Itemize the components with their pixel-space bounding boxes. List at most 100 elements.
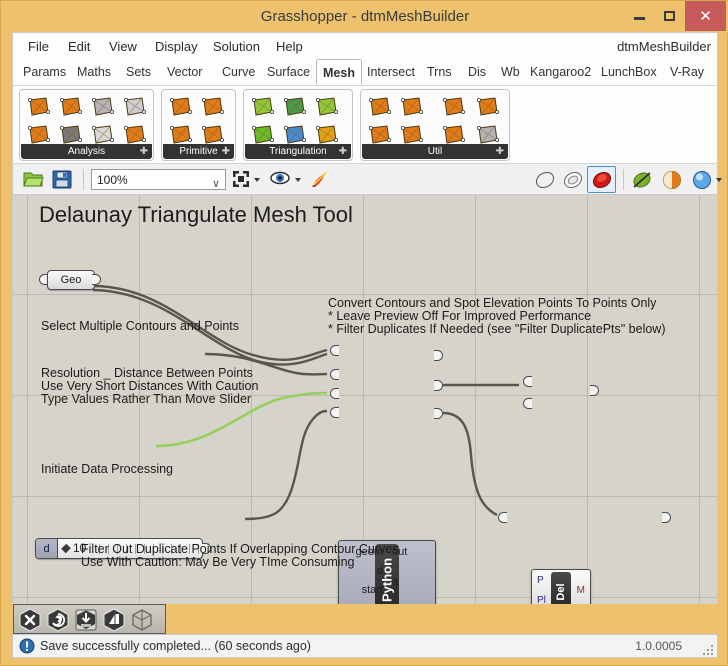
ribbon-tab-curve[interactable]: Curve xyxy=(216,60,261,85)
mesh-edges-icon[interactable] xyxy=(90,94,116,120)
page-title: Delaunay Triangulate Mesh Tool xyxy=(39,202,353,227)
delaunay-input-port-p[interactable] xyxy=(523,376,532,387)
ribbon-group-expand-icon[interactable]: ✚ xyxy=(496,144,504,159)
delaunay-component-capsule: Del xyxy=(551,572,571,604)
ribbon-group-label-text: Primitive xyxy=(179,146,218,157)
mesh-sphere-icon[interactable] xyxy=(122,94,148,120)
ribbon-tab-wb[interactable]: Wb xyxy=(495,60,526,85)
mesh-join-icon[interactable] xyxy=(367,94,393,120)
ribbon-tab-intersect[interactable]: Intersect xyxy=(361,60,421,85)
shaded-preview-icon[interactable] xyxy=(562,169,584,196)
geo-param[interactable]: Geo xyxy=(47,270,95,290)
close-icon: ✕ xyxy=(699,7,712,25)
widget-profiler-icon[interactable] xyxy=(18,608,42,632)
voronoi-icon[interactable] xyxy=(282,94,308,120)
widget-remote-panel-icon[interactable] xyxy=(102,608,126,632)
widget-jump-icon[interactable] xyxy=(74,608,98,632)
minimize-button[interactable] xyxy=(624,1,654,31)
python-input-port-geom[interactable] xyxy=(330,345,339,356)
menu-item-edit[interactable]: Edit xyxy=(61,33,97,60)
ribbon-tab-kangaroo2[interactable]: Kangaroo2 xyxy=(524,60,597,85)
ribbon-group-label-primitive: Primitive ✚ xyxy=(163,144,234,159)
widget-compass-icon[interactable] xyxy=(46,608,70,632)
proximity-2d-icon[interactable] xyxy=(314,94,340,120)
delaunay-mesh-component[interactable]: Del P Pl M xyxy=(531,569,591,604)
ribbon-tab-maths[interactable]: Maths xyxy=(71,60,117,85)
ribbon-tab-surface[interactable]: Surface xyxy=(261,60,316,85)
preview-eye-icon[interactable] xyxy=(270,170,290,191)
preview-selected-icon[interactable] xyxy=(661,169,683,196)
preview-all-icon[interactable] xyxy=(691,169,713,196)
render-preview-icon[interactable] xyxy=(591,169,613,196)
window-title: Grasshopper - dtmMeshBuilder xyxy=(260,8,470,25)
ribbon-tab-strip: Params Maths Sets Vector Curve Surface Mesh Int… xyxy=(13,59,717,85)
menu-item-file[interactable]: File xyxy=(21,33,56,60)
geo-param-label: Geo xyxy=(60,274,82,286)
panel-input-port[interactable] xyxy=(498,512,507,523)
version-label: 1.0.0005 xyxy=(635,639,682,653)
python-input-port-start[interactable] xyxy=(330,388,339,399)
info-icon xyxy=(19,638,35,659)
menu-item-solution[interactable]: Solution xyxy=(206,33,267,60)
preview-all-dropdown-arrow[interactable] xyxy=(716,178,722,182)
mesh-closest-point-icon[interactable] xyxy=(58,94,84,120)
minimize-icon xyxy=(633,17,645,20)
mesh-grid-icon[interactable] xyxy=(200,94,226,120)
mesh-plane-icon[interactable] xyxy=(168,94,194,120)
ribbon-tab-params[interactable]: Params xyxy=(17,60,72,85)
toolbar-separator xyxy=(83,169,84,190)
status-bar: Save successfully completed... (60 secon… xyxy=(12,634,718,658)
ribbon-tab-sets[interactable]: Sets xyxy=(120,60,157,85)
wireframe-preview-icon[interactable] xyxy=(534,169,556,196)
canvas-toolbar-top: 100% ∨ xyxy=(12,163,722,196)
menu-item-help[interactable]: Help xyxy=(269,33,310,60)
delaunay-mesh-icon[interactable] xyxy=(250,94,276,120)
open-file-icon[interactable] xyxy=(22,168,44,195)
delaunay-input-label-p: P xyxy=(537,575,544,586)
ribbon-group-label-text: Util xyxy=(427,146,443,157)
zoom-extents-dropdown-arrow[interactable] xyxy=(254,178,260,182)
ribbon-group-primitive: Primitive ✚ xyxy=(161,89,236,161)
menu-item-display[interactable]: Display xyxy=(148,33,205,60)
maximize-button[interactable] xyxy=(654,1,684,31)
close-button[interactable]: ✕ xyxy=(685,1,726,31)
ribbon-tab-lunchbox[interactable]: LunchBox xyxy=(595,60,663,85)
ribbon-tab-mesh[interactable]: Mesh xyxy=(316,59,362,85)
ribbon-group-expand-icon[interactable]: ✚ xyxy=(140,144,148,159)
ribbon-tab-dis[interactable]: Dis xyxy=(462,60,492,85)
ribbon-group-label-text: Analysis xyxy=(67,146,106,157)
zoom-extents-icon[interactable] xyxy=(232,170,250,193)
save-file-icon[interactable] xyxy=(51,168,73,195)
document-name-label: dtmMeshBuilder xyxy=(617,39,711,54)
grasshopper-canvas[interactable]: Delaunay Triangulate Mesh Tool Geo Selec… xyxy=(12,195,718,604)
mesh-eval-icon[interactable] xyxy=(26,94,52,120)
delaunay-input-port-pl[interactable] xyxy=(523,398,532,409)
ribbon-tab-trns[interactable]: Trns xyxy=(421,60,458,85)
chevron-down-icon: ∨ xyxy=(211,178,220,190)
ribbon-group-expand-icon[interactable]: ✚ xyxy=(339,144,347,159)
note-convert: Convert Contours and Spot Elevation Poin… xyxy=(328,296,666,336)
mesh-split-icon[interactable] xyxy=(475,94,501,120)
preview-dropdown-arrow[interactable] xyxy=(295,178,301,182)
python-input-port-d[interactable] xyxy=(330,369,339,380)
python-input-port-filterdp[interactable] xyxy=(330,407,339,418)
ribbon-group-expand-icon[interactable]: ✚ xyxy=(222,144,230,159)
ribbon-group-label-triangulation: Triangulation ✚ xyxy=(245,144,351,159)
resize-grip[interactable] xyxy=(701,643,713,655)
ribbon-tab-vector[interactable]: Vector xyxy=(161,60,208,85)
widget-box-icon[interactable] xyxy=(130,608,154,632)
preview-off-icon[interactable] xyxy=(631,169,653,196)
mesh-weld-icon[interactable] xyxy=(399,94,425,120)
zoom-level-combobox[interactable]: 100% ∨ xyxy=(91,169,226,190)
menu-item-view[interactable]: View xyxy=(102,33,144,60)
wire-filter-to-filterdp xyxy=(244,409,328,521)
ribbon-panel: Analysis ✚ Primitive ✚ Triangulation ✚ Util ✚ xyxy=(13,85,717,163)
ribbon-tab-v-ray[interactable]: V-Ray xyxy=(664,60,710,85)
canvas-widget-toolbar xyxy=(13,604,166,634)
note-resolution: Resolution _ Distance Between Points Use… xyxy=(41,366,259,406)
mesh-explode-icon[interactable] xyxy=(441,94,467,120)
slider-grip-icon[interactable] xyxy=(61,543,71,554)
note-select-contours: Select Multiple Contours and Points xyxy=(41,319,240,333)
bake-icon[interactable] xyxy=(309,168,331,195)
ribbon-group-label-text: Triangulation xyxy=(269,146,327,157)
